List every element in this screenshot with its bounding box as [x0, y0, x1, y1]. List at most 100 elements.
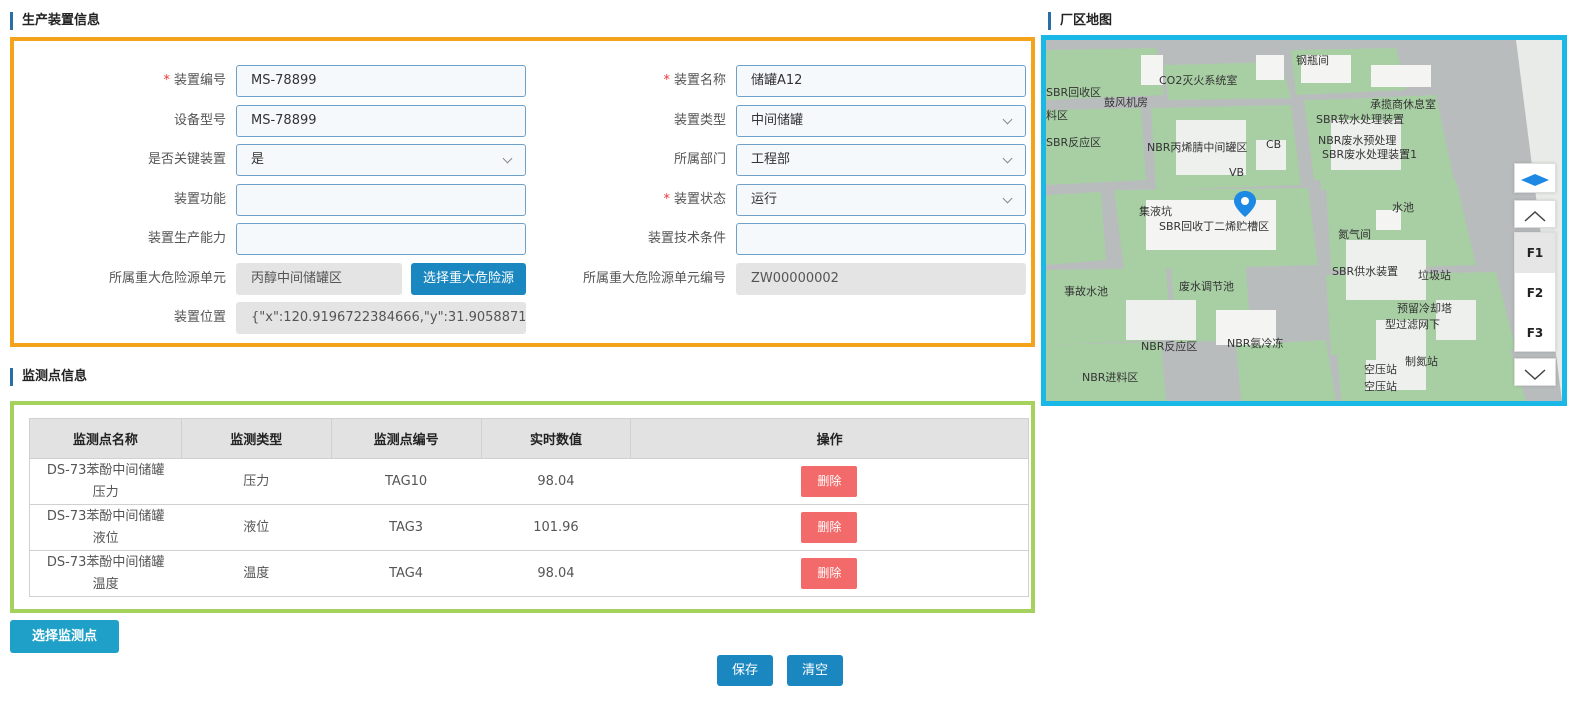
table-row: DS-73苯酚中间储罐 压力 压力 TAG10 98.04 删除 [29, 458, 1029, 505]
col-header-name: 监测点名称 [29, 418, 182, 459]
map-label: 空压站 [1364, 363, 1397, 376]
equip-model-label: 设备型号 [173, 113, 226, 128]
status-label: * 装置状态 [663, 192, 726, 207]
map-label: 水池 [1392, 201, 1414, 214]
map-label: SBR软水处理装置 [1316, 113, 1405, 126]
col-header-type: 监测类型 [180, 418, 332, 459]
hazard-unit-label: 所属重大危险源单元 [108, 271, 226, 286]
device-code-input[interactable]: MS-78899 [236, 65, 526, 97]
cell-value: 98.04 [481, 458, 631, 505]
cell-type: 压力 [181, 458, 332, 505]
map-title: 厂区地图 [1048, 12, 1112, 30]
device-type-select[interactable]: 中间储罐 [736, 105, 1026, 137]
map-label: 废水调节池 [1179, 280, 1234, 293]
map-label: SBR回收丁二烯贮槽区 [1159, 220, 1270, 233]
map-label: 钢瓶间 [1296, 54, 1329, 67]
equip-model-input[interactable]: MS-78899 [236, 105, 526, 137]
map-label: 集液坑 [1139, 205, 1172, 218]
monitor-info-title: 监测点信息 [10, 368, 87, 386]
map-label: VB [1229, 166, 1245, 179]
cell-type: 液位 [181, 504, 332, 551]
select-hazard-button[interactable]: 选择重大危险源 [411, 263, 526, 295]
device-info-form: * 装置编号 MS-78899 * 装置名称 储罐A12 设备型号 MS-78899… [10, 37, 1035, 347]
chevron-down-icon [1524, 368, 1546, 380]
function-label: 装置功能 [173, 192, 226, 207]
map-label: 预留冷却塔 [1397, 302, 1452, 315]
floor-list: F1 F2 F3 [1514, 232, 1556, 352]
status-select[interactable]: 运行 [736, 184, 1026, 216]
clear-button[interactable]: 清空 [787, 655, 843, 686]
map-label: SBR供水装置 [1332, 265, 1399, 278]
map-label: SBR反应区 [1046, 136, 1102, 149]
device-info-title: 生产装置信息 [10, 12, 100, 30]
location-input: {"x":120.9196722384666,"y":31.9058871160… [236, 302, 526, 334]
floor-up-button[interactable] [1514, 200, 1556, 228]
map-label: NBR丙烯腈中间罐区 [1147, 141, 1248, 154]
cell-code: TAG3 [331, 504, 482, 551]
chevron-down-icon [1002, 193, 1013, 204]
select-monitor-button[interactable]: 选择监测点 [10, 620, 119, 653]
delete-button[interactable]: 删除 [801, 466, 858, 497]
view-toggle-button[interactable] [1514, 163, 1556, 193]
is-key-label: 是否关键装置 [147, 152, 226, 167]
map-label: NBR氨冷冻 [1227, 337, 1284, 350]
department-label: 所属部门 [673, 152, 726, 167]
device-name-input[interactable]: 储罐A12 [736, 65, 1026, 97]
cell-action: 删除 [630, 550, 1029, 597]
floor-f2[interactable]: F2 [1515, 273, 1555, 313]
cell-name: DS-73苯酚中间储罐 液位 [29, 504, 182, 551]
capacity-input[interactable] [236, 223, 526, 255]
save-button[interactable]: 保存 [717, 655, 773, 686]
cell-type: 温度 [181, 550, 332, 597]
cell-name: DS-73苯酚中间储罐 压力 [29, 458, 182, 505]
cell-code: TAG4 [331, 550, 482, 597]
layers-icon [1521, 173, 1549, 186]
tech-cond-input[interactable] [736, 223, 1026, 255]
map-label: 氮气间 [1338, 228, 1371, 241]
chevron-down-icon [1002, 114, 1013, 125]
location-label: 装置位置 [173, 310, 226, 325]
map-label: 鼓风机房 [1104, 96, 1148, 109]
map-label: 承揽商休息室 [1370, 98, 1436, 111]
monitor-table: 监测点名称 监测类型 监测点编号 实时数值 操作 DS-73苯酚中间储罐 压力 压… [29, 418, 1029, 597]
delete-button[interactable]: 删除 [801, 512, 858, 543]
hazard-code-label: 所属重大危险源单元编号 [582, 271, 726, 286]
table-row: DS-73苯酚中间储罐 温度 温度 TAG4 98.04 删除 [29, 550, 1029, 597]
map-label: CB [1266, 138, 1282, 151]
delete-button[interactable]: 删除 [801, 558, 858, 589]
department-select[interactable]: 工程部 [736, 144, 1026, 176]
device-code-label: * 装置编号 [163, 73, 226, 88]
cell-value: 101.96 [481, 504, 631, 551]
is-key-select[interactable]: 是 [236, 144, 526, 176]
map-label: SBR回收区 [1046, 86, 1102, 99]
map-label: NBR反应区 [1141, 340, 1198, 353]
cell-action: 删除 [630, 504, 1029, 551]
col-header-code: 监测点编号 [330, 418, 482, 459]
hazard-code-input: ZW00000002 [736, 263, 1026, 295]
col-header-action: 操作 [630, 418, 1029, 459]
col-header-value: 实时数值 [480, 418, 632, 459]
floor-down-button[interactable] [1514, 358, 1556, 386]
cell-code: TAG10 [331, 458, 482, 505]
capacity-label: 装置生产能力 [147, 231, 226, 246]
chevron-down-icon [502, 153, 513, 164]
map-label: SBR废水处理装置1 [1322, 148, 1418, 161]
map-label: 料区 [1046, 109, 1068, 122]
map-label: 制氮站 [1405, 355, 1438, 368]
plant-map[interactable]: 钢瓶间 CO2灭火系统室 SBR回收区 鼓风机房 料区 承揽商休息室 SBR软水… [1041, 35, 1567, 406]
floor-f3[interactable]: F3 [1515, 313, 1555, 353]
device-name-label: * 装置名称 [663, 73, 726, 88]
map-label: 型过滤网下 [1385, 318, 1440, 331]
device-type-label: 装置类型 [673, 113, 726, 128]
cell-name: DS-73苯酚中间储罐 温度 [29, 550, 182, 597]
tech-cond-label: 装置技术条件 [647, 231, 726, 246]
cell-action: 删除 [630, 458, 1029, 505]
map-label: NBR进料区 [1082, 371, 1139, 384]
table-row: DS-73苯酚中间储罐 液位 液位 TAG3 101.96 删除 [29, 504, 1029, 551]
function-input[interactable] [236, 184, 526, 216]
chevron-up-icon [1524, 210, 1546, 222]
floor-f1[interactable]: F1 [1515, 233, 1555, 273]
map-label: CO2灭火系统室 [1159, 74, 1238, 87]
map-label: 空压站 [1364, 380, 1397, 393]
map-label: 事故水池 [1064, 285, 1108, 298]
